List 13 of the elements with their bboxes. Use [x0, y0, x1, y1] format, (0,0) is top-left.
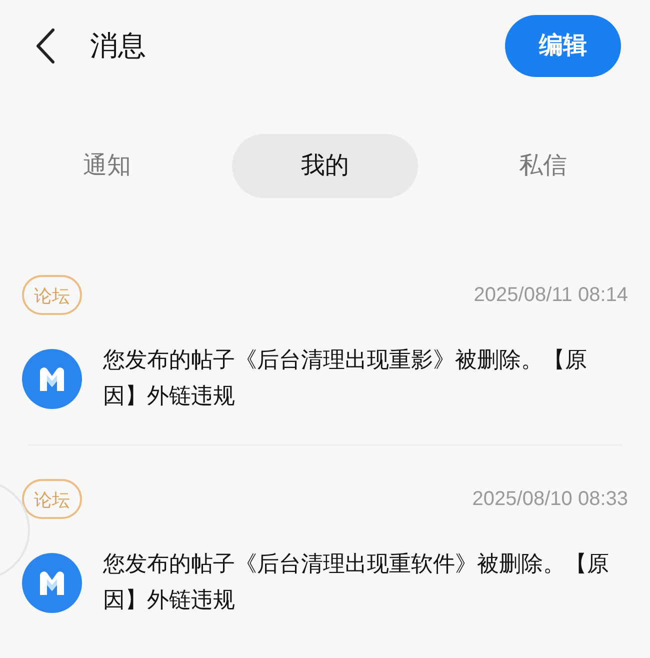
message-text: 您发布的帖子《后台清理出现重软件》被删除。【原因】外链违规 — [103, 550, 610, 614]
tab[interactable]: 私信 — [450, 134, 636, 198]
tab[interactable]: 通知 — [14, 134, 200, 198]
back-icon[interactable] — [34, 28, 56, 64]
app-logo-icon — [22, 553, 82, 613]
tab[interactable]: 我的 — [232, 134, 418, 198]
message-time: 2025/08/10 08:33 — [472, 487, 628, 512]
message-time: 2025/08/11 08:14 — [474, 283, 628, 308]
page-title: 消息 — [90, 29, 146, 63]
app-logo-icon — [22, 349, 82, 409]
edit-button[interactable]: 编辑 — [505, 15, 621, 77]
message-text: 您发布的帖子《后台清理出现重影》被删除。【原因】外链违规 — [103, 346, 588, 410]
category-tag: 论坛 — [22, 275, 82, 315]
